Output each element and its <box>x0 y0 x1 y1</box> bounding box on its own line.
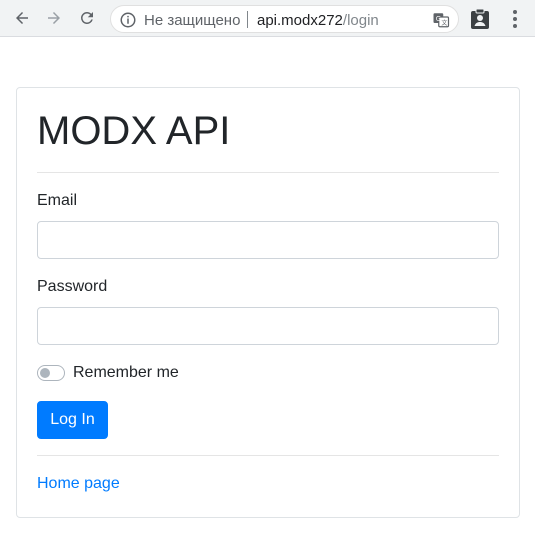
arrow-right-icon <box>48 12 60 24</box>
forward-button[interactable] <box>42 6 66 30</box>
url-text[interactable]: api.modx272/login <box>257 12 379 29</box>
password-label: Password <box>37 278 108 295</box>
translate-icon[interactable]: G文 <box>432 11 450 29</box>
divider <box>37 172 499 173</box>
page-title: MODX API <box>37 109 231 153</box>
password-field[interactable] <box>37 307 499 345</box>
address-bar[interactable]: Не защищено api.modx272/login G文 <box>110 5 459 33</box>
kebab-menu-icon[interactable] <box>503 7 527 31</box>
back-button[interactable] <box>10 6 34 30</box>
url-path: /login <box>342 12 379 29</box>
email-label: Email <box>37 192 78 209</box>
remember-me-label[interactable]: Remember me <box>73 364 179 382</box>
email-field[interactable] <box>37 221 499 259</box>
arrow-left-icon <box>16 12 28 24</box>
toggle-knob <box>40 368 50 378</box>
login-card: MODX API Email Password Remember me Log … <box>16 87 520 518</box>
reload-icon <box>80 11 93 24</box>
security-label: Не защищено <box>144 12 241 29</box>
omnibox-separator <box>247 11 248 28</box>
login-button[interactable]: Log In <box>37 401 108 439</box>
divider <box>37 455 499 456</box>
svg-text:G: G <box>436 15 441 23</box>
info-icon[interactable] <box>119 11 137 29</box>
browser-toolbar: Не защищено api.modx272/login G文 <box>0 0 535 37</box>
url-host: api.modx272 <box>257 12 343 29</box>
remember-me-toggle[interactable] <box>37 365 65 381</box>
reload-button[interactable] <box>75 6 99 30</box>
clipboard-account-icon[interactable] <box>470 8 490 30</box>
svg-text:文: 文 <box>441 19 447 27</box>
home-page-link[interactable]: Home page <box>37 475 120 493</box>
